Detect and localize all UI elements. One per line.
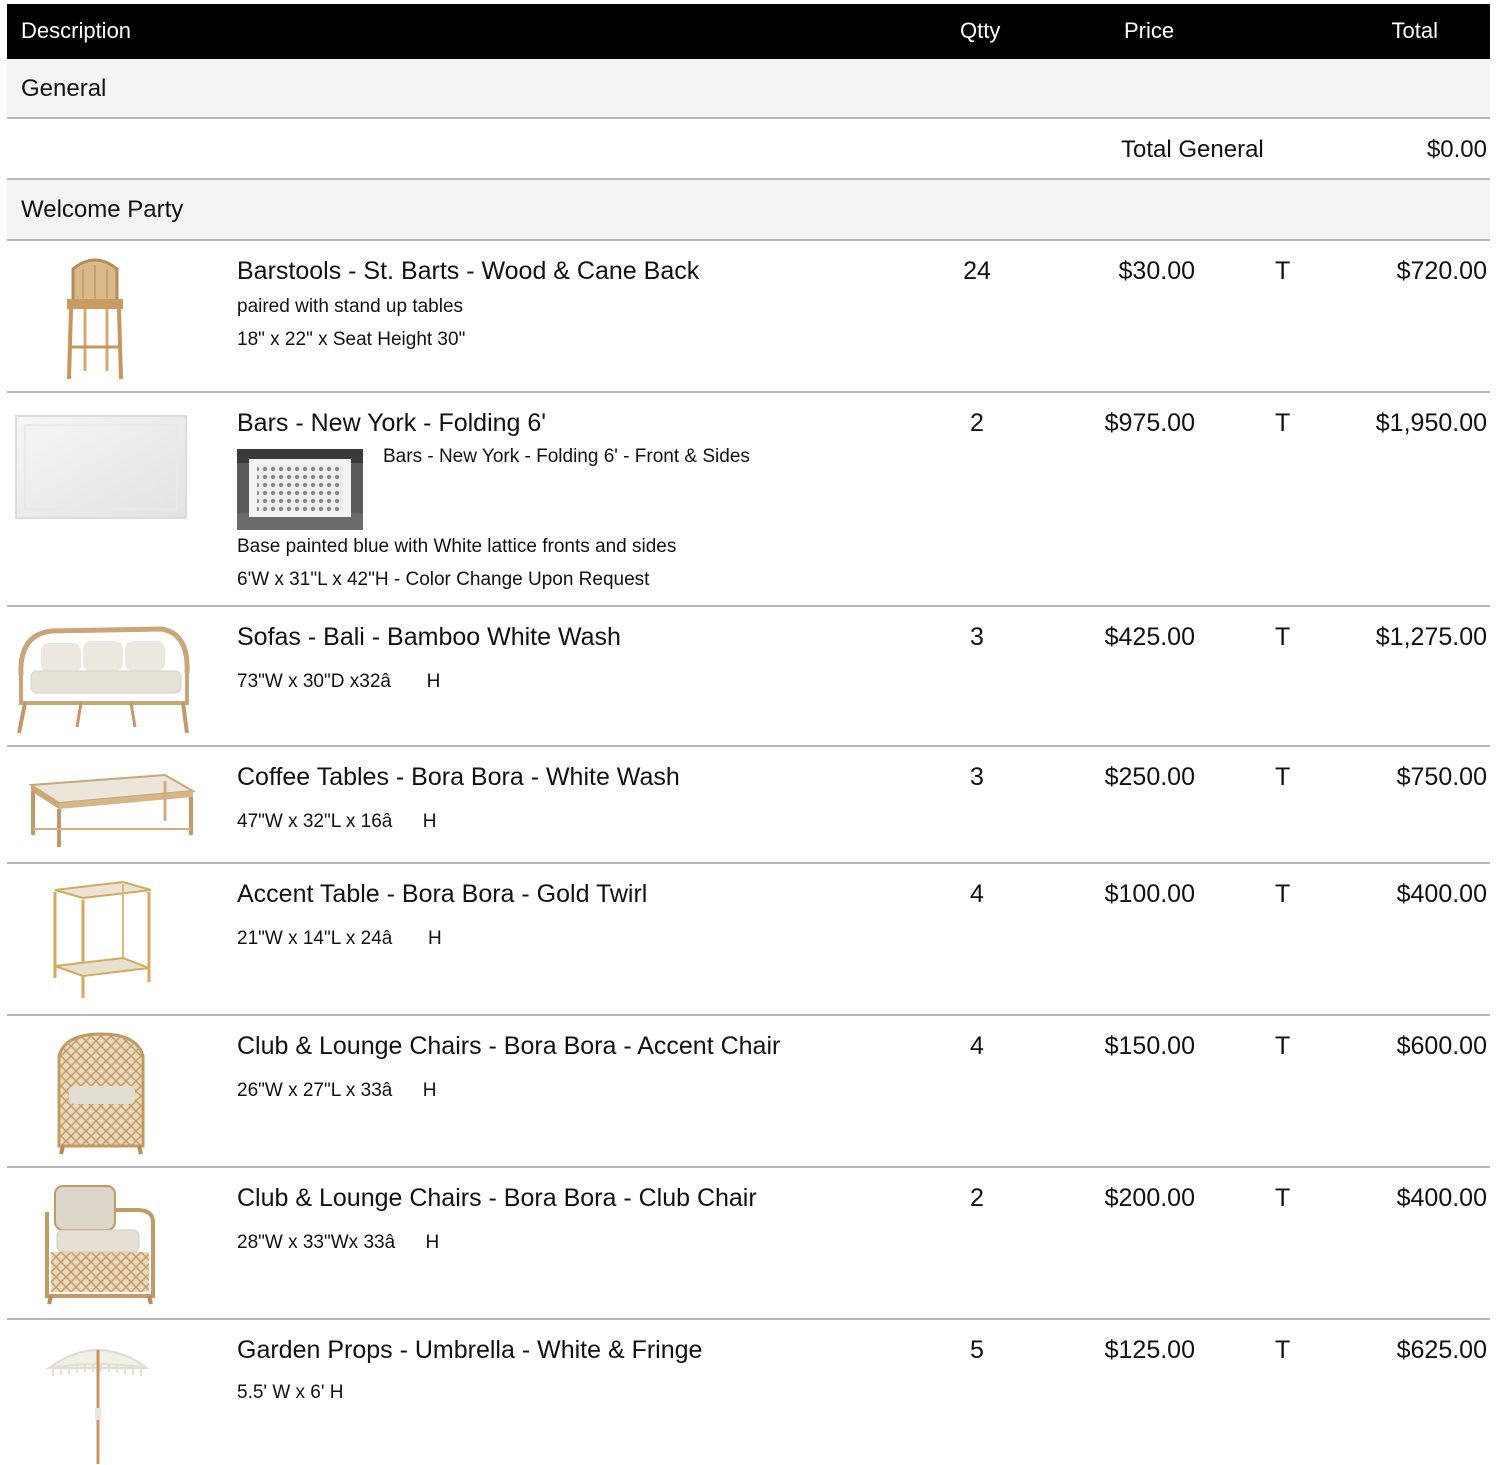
- table-row: Sofas - Bali - Bamboo White Wash 73"W x …: [7, 607, 1490, 747]
- section-general: General: [7, 59, 1490, 119]
- table-row: Coffee Tables - Bora Bora - White Wash 4…: [7, 747, 1490, 864]
- subtotal-value: $0.00: [1426, 136, 1487, 163]
- table-row: Garden Props - Umbrella - White & Fringe…: [7, 1320, 1490, 1465]
- accent-table-image: [53, 880, 152, 998]
- item-price: $100.00: [1104, 880, 1195, 908]
- item-qty: 2: [970, 1184, 984, 1212]
- item-note: 5.5' W x 6' H: [237, 1382, 344, 1403]
- item-note: 26"W x 27"L x 33âH: [237, 1080, 437, 1101]
- header-description: Description: [21, 18, 132, 43]
- item-note: paired with stand up tables: [237, 296, 464, 317]
- umbrella-image: [45, 1349, 151, 1464]
- item-name: Bars - New York - Folding 6': [237, 409, 547, 437]
- section-welcome-party: Welcome Party: [7, 180, 1490, 241]
- item-name: Barstools - St. Barts - Wood & Cane Back: [237, 257, 700, 285]
- item-tax: T: [1275, 880, 1291, 908]
- bar-image: [15, 415, 187, 519]
- item-note: 18" x 22" x Seat Height 30": [237, 329, 466, 350]
- inset-caption: Bars - New York - Folding 6' - Front & S…: [383, 446, 750, 467]
- table-row: Barstools - St. Barts - Wood & Cane Back…: [7, 241, 1490, 393]
- table-row: Accent Table - Bora Bora - Gold Twirl 21…: [7, 864, 1490, 1016]
- table-header: Description Qtty Price Total: [7, 4, 1490, 59]
- item-name: Garden Props - Umbrella - White & Fringe: [237, 1336, 703, 1364]
- item-total: $400.00: [1396, 1184, 1487, 1212]
- item-qty: 3: [970, 623, 984, 651]
- item-price: $125.00: [1104, 1336, 1195, 1364]
- item-price: $200.00: [1104, 1184, 1195, 1212]
- coffee-table-image: [27, 773, 197, 847]
- item-price: $975.00: [1104, 409, 1195, 437]
- item-total: $625.00: [1396, 1336, 1487, 1364]
- item-total: $750.00: [1396, 763, 1487, 791]
- accent-chair-image: [57, 1032, 145, 1155]
- header-total: Total: [1391, 18, 1438, 43]
- item-total: $600.00: [1396, 1032, 1487, 1060]
- section-subtotal: Total General $0.00: [7, 119, 1490, 180]
- item-tax: T: [1275, 409, 1291, 437]
- item-name: Sofas - Bali - Bamboo White Wash: [237, 623, 621, 651]
- item-qty: 2: [970, 409, 984, 437]
- item-note: 47"W x 32"L x 16âH: [237, 811, 437, 832]
- item-total: $400.00: [1396, 880, 1487, 908]
- item-qty: 24: [963, 257, 991, 285]
- item-note: 6'W x 31"L x 42"H - Color Change Upon Re…: [237, 569, 650, 590]
- item-note: Base painted blue with White lattice fro…: [237, 536, 677, 557]
- item-qty: 3: [970, 763, 984, 791]
- item-tax: T: [1275, 1184, 1291, 1212]
- item-name: Coffee Tables - Bora Bora - White Wash: [237, 763, 680, 791]
- item-total: $1,950.00: [1375, 409, 1487, 437]
- table-row: Club & Lounge Chairs - Bora Bora - Accen…: [7, 1016, 1490, 1168]
- item-price: $425.00: [1104, 623, 1195, 651]
- section-title: Welcome Party: [21, 196, 184, 223]
- item-total: $720.00: [1396, 257, 1487, 285]
- table-row: Bars - New York - Folding 6' Bars - New …: [7, 393, 1490, 607]
- subtotal-label: Total General: [1121, 136, 1264, 163]
- item-tax: T: [1275, 623, 1291, 651]
- item-name: Club & Lounge Chairs - Bora Bora - Accen…: [237, 1032, 781, 1060]
- item-name: Club & Lounge Chairs - Bora Bora - Club …: [237, 1184, 757, 1212]
- item-tax: T: [1275, 257, 1291, 285]
- item-qty: 4: [970, 880, 984, 908]
- header-qty: Qtty: [960, 18, 1001, 43]
- item-tax: T: [1275, 1032, 1291, 1060]
- item-name: Accent Table - Bora Bora - Gold Twirl: [237, 880, 648, 908]
- barstool-image: [67, 258, 123, 380]
- item-note: 21"W x 14"L x 24â H: [237, 928, 442, 949]
- item-note: 28"W x 33"Wx 33âH: [237, 1232, 440, 1253]
- item-price: $150.00: [1104, 1032, 1195, 1060]
- item-tax: T: [1275, 763, 1291, 791]
- item-note: 73"W x 30"D x32â H: [237, 671, 441, 692]
- section-title: General: [21, 75, 107, 102]
- item-price: $30.00: [1118, 257, 1195, 285]
- table-row: Club & Lounge Chairs - Bora Bora - Club …: [7, 1168, 1490, 1320]
- header-price: Price: [1124, 18, 1175, 43]
- bar-lattice-photo: [237, 449, 363, 530]
- item-qty: 5: [970, 1336, 984, 1364]
- sofa-image: [17, 626, 190, 734]
- item-qty: 4: [970, 1032, 984, 1060]
- club-chair-image: [45, 1185, 155, 1305]
- item-tax: T: [1275, 1336, 1291, 1364]
- item-price: $250.00: [1104, 763, 1195, 791]
- item-total: $1,275.00: [1375, 623, 1487, 651]
